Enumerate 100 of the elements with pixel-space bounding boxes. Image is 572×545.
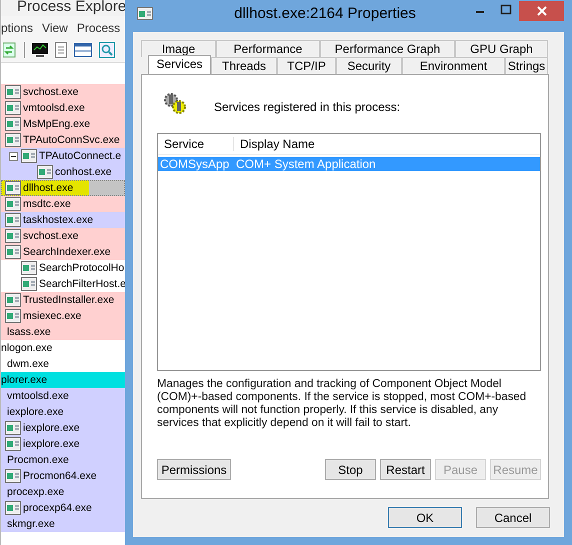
process-name: procexp64.exe	[23, 501, 92, 516]
process-row[interactable]: TPAutoConnSvc.exe	[1, 132, 125, 148]
process-row[interactable]: lsass.exe	[1, 324, 125, 340]
process-row[interactable]: svchost.exe	[1, 84, 125, 100]
document-icon[interactable]	[55, 42, 67, 58]
process-row[interactable]: taskhostex.exe	[1, 212, 125, 228]
search-icon[interactable]	[99, 42, 115, 58]
service-action-button[interactable]: Stop	[325, 459, 376, 480]
process-row[interactable]: vmtoolsd.exe	[1, 100, 125, 116]
process-name: msdtc.exe	[23, 197, 71, 212]
tab[interactable]: Strings	[505, 57, 548, 74]
application-icon	[5, 309, 21, 323]
process-name: procexp.exe	[7, 485, 64, 500]
process-row[interactable]: iexplore.exe	[1, 404, 125, 420]
process-name: TrustedInstaller.exe	[23, 293, 114, 308]
process-row[interactable]: svchost.exe	[1, 228, 125, 244]
application-icon	[21, 149, 37, 163]
process-name: vmtoolsd.exe	[7, 389, 69, 404]
process-row[interactable]: procexp.exe	[1, 484, 125, 500]
process-row[interactable]: dllhost.exe	[1, 180, 125, 196]
process-name: vmtoolsd.exe	[23, 101, 85, 116]
process-row[interactable]: vmtoolsd.exe	[1, 388, 125, 404]
application-icon	[21, 277, 37, 291]
tab[interactable]: GPU Graph	[455, 40, 548, 57]
process-name: svchost.exe	[23, 229, 78, 244]
process-name: TPAutoConnSvc.exe	[23, 133, 120, 148]
application-icon	[21, 261, 37, 275]
process-name: conhost.exe	[55, 165, 112, 180]
process-name: plorer.exe	[1, 373, 48, 388]
application-icon	[5, 229, 21, 243]
application-icon	[5, 197, 21, 211]
application-icon	[5, 101, 21, 115]
refresh-icon[interactable]	[3, 42, 17, 58]
tab[interactable]: Threads	[211, 57, 277, 74]
process-row[interactable]: conhost.exe	[1, 164, 125, 180]
window-icon	[137, 6, 153, 20]
process-name: dwm.exe	[7, 357, 50, 372]
process-row[interactable]: MsMpEng.exe	[1, 116, 125, 132]
process-row[interactable]: plorer.exe	[1, 372, 125, 388]
service-name: COMSysApp	[159, 157, 230, 171]
process-row[interactable]: TrustedInstaller.exe	[1, 292, 125, 308]
process-row[interactable]: TPAutoConnect.e	[1, 148, 125, 164]
tab[interactable]: Services	[148, 55, 211, 74]
process-name: SearchFilterHost.e	[39, 277, 125, 292]
process-row[interactable]: skmgr.exe	[1, 516, 125, 532]
menu-item[interactable]: View	[42, 21, 68, 35]
dialog-button[interactable]: Cancel	[476, 507, 550, 528]
application-icon	[5, 469, 21, 483]
column-header[interactable]: Service	[158, 137, 234, 151]
application-icon	[5, 293, 21, 307]
process-row[interactable]: Procmon.exe	[1, 452, 125, 468]
tab[interactable]: Performance Graph	[320, 40, 455, 57]
application-icon	[5, 421, 21, 435]
service-description: Manages the configuration and tracking of Component Object Model (COM)+-based components. If the service is stopped, most COM+-based components will not function properly. If this service is disabled, any services that explicitly depend on it will fail to start.	[157, 378, 528, 430]
application-icon	[5, 117, 21, 131]
application-icon	[5, 181, 21, 195]
collapse-icon[interactable]	[9, 152, 18, 160]
application-icon	[5, 437, 21, 451]
close-icon	[536, 6, 546, 16]
menu-item[interactable]: Process	[76, 21, 120, 35]
section-heading: Services registered in this process:	[214, 99, 400, 114]
process-row[interactable]: msiexec.exe	[1, 308, 125, 324]
application-icon	[5, 501, 21, 515]
window-title: dllhost.exe:2164 Properties	[233, 4, 417, 22]
process-name: iexplore.exe	[7, 405, 64, 420]
gears-icon	[162, 91, 188, 115]
tab[interactable]: TCP/IP	[277, 57, 336, 74]
permissions-button[interactable]: Permissions	[157, 459, 231, 480]
process-row[interactable]: Procmon64.exe	[1, 468, 125, 484]
process-name: svchost.exe	[23, 85, 78, 100]
process-name: SearchProtocolHo	[39, 261, 124, 276]
tab[interactable]: Image	[141, 40, 216, 57]
process-name: lsass.exe	[7, 325, 51, 340]
process-name: SearchIndexer.exe	[23, 245, 111, 260]
menu-item[interactable]: ptions	[1, 21, 34, 35]
process-row[interactable]: iexplore.exe	[1, 420, 125, 436]
close-button[interactable]	[519, 1, 564, 21]
window-icon[interactable]	[74, 42, 92, 58]
tab[interactable]: Performance	[216, 40, 320, 57]
process-name: nlogon.exe	[1, 341, 52, 356]
application-icon	[5, 245, 21, 259]
service-action-button[interactable]: Restart	[380, 459, 431, 480]
dialog-button[interactable]: OK	[388, 507, 462, 528]
process-name: iexplore.exe	[23, 421, 80, 436]
process-name: taskhostex.exe	[23, 213, 94, 228]
application-icon	[5, 213, 21, 227]
tab[interactable]: Security	[336, 57, 402, 74]
process-row[interactable]: msdtc.exe	[1, 196, 125, 212]
process-row[interactable]: procexp64.exe	[1, 500, 125, 516]
process-row[interactable]: SearchIndexer.exe	[1, 244, 125, 260]
column-header[interactable]: Display Name	[234, 137, 315, 151]
monitor-icon[interactable]	[32, 42, 48, 58]
display-name: COM+ System Application	[235, 157, 376, 171]
tab[interactable]: Environment	[402, 57, 505, 74]
process-name: Procmon64.exe	[23, 469, 97, 484]
process-name: Procmon.exe	[7, 453, 69, 468]
process-name: msiexec.exe	[23, 309, 82, 324]
process-name: dllhost.exe	[23, 181, 74, 196]
process-row[interactable]: iexplore.exe	[1, 436, 125, 452]
process-name: MsMpEng.exe	[23, 117, 90, 132]
